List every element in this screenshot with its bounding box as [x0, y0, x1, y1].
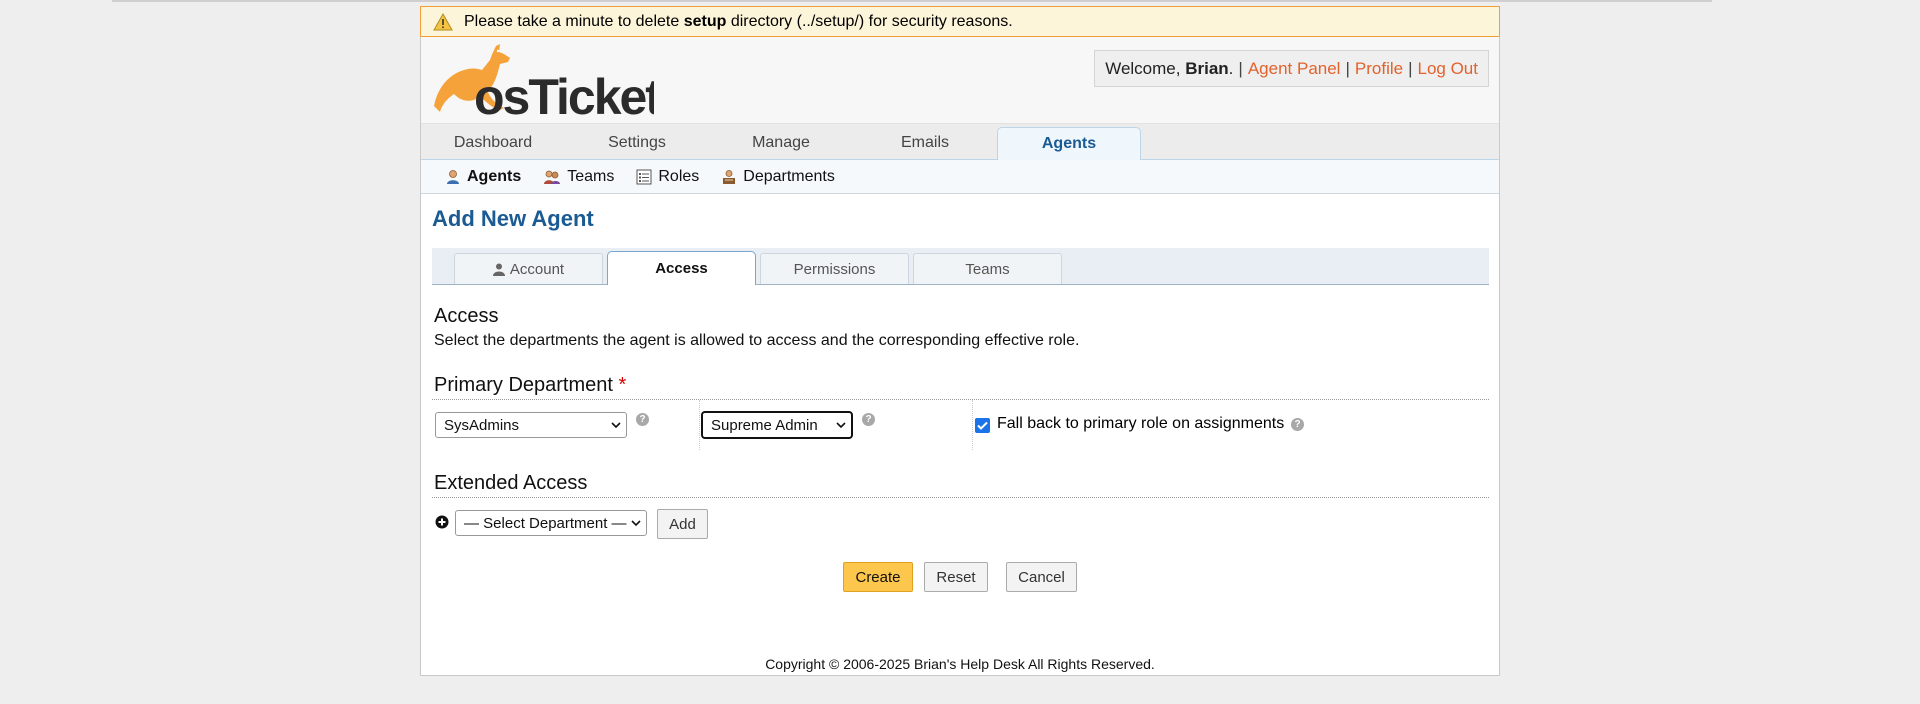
form-actions: Create Reset Cancel	[432, 548, 1489, 608]
nav-tab-agents[interactable]: Agents	[997, 127, 1141, 160]
welcome-box: Welcome, Brian. | Agent Panel | Profile …	[1094, 50, 1489, 87]
footer-copyright: Copyright © 2006-2025 Brian's Help Desk …	[765, 656, 1155, 672]
extended-department-value: — Select Department —	[464, 514, 627, 532]
nav-tab-manage[interactable]: Manage	[709, 127, 853, 159]
department-select-value: SysAdmins	[444, 416, 520, 434]
warning-icon	[433, 12, 453, 30]
required-mark: *	[618, 374, 627, 396]
chevron-down-icon	[836, 422, 846, 429]
cancel-button[interactable]: Cancel	[1006, 562, 1077, 592]
nav-tab-emails[interactable]: Emails	[853, 127, 997, 159]
subnav-item-agents[interactable]: Agents	[445, 168, 521, 186]
reset-button[interactable]: Reset	[924, 562, 988, 592]
list-icon	[636, 169, 652, 184]
tab-permissions[interactable]: Permissions	[760, 253, 909, 284]
team-icon	[544, 170, 561, 184]
role-select[interactable]: Supreme Admin	[701, 411, 853, 439]
subnav-label: Departments	[743, 167, 835, 185]
warning-text-prefix: Please take a minute to delete	[464, 12, 684, 30]
access-description: Select the departments the agent is allo…	[434, 332, 1080, 349]
primary-department-heading: Primary Department *	[432, 374, 1489, 400]
primary-department-select[interactable]: SysAdmins	[435, 412, 627, 438]
header: osTicket Welcome, Brian. | Agent Panel |…	[421, 37, 1499, 125]
primary-department-label: Primary Department	[434, 374, 613, 396]
subnav-label: Teams	[567, 167, 615, 185]
welcome-user: Brian	[1185, 58, 1229, 78]
tab-account[interactable]: Account	[454, 253, 603, 284]
main-container: Please take a minute to delete setup dir…	[420, 6, 1500, 676]
chevron-down-icon	[631, 520, 641, 527]
column-divider	[972, 400, 973, 450]
welcome-separator: |	[1345, 58, 1350, 78]
subnav-item-teams[interactable]: Teams	[543, 168, 614, 186]
welcome-prefix: Welcome,	[1105, 58, 1186, 78]
top-strip	[112, 0, 1712, 2]
subnav-label: Roles	[658, 167, 700, 185]
department-icon	[723, 169, 736, 184]
warning-text-bold: setup	[683, 12, 727, 30]
osticket-logo[interactable]: osTicket	[430, 40, 664, 125]
profile-link[interactable]: Profile	[1355, 59, 1403, 79]
help-icon[interactable]: ?	[1291, 418, 1304, 431]
nav-tab-settings[interactable]: Settings	[565, 127, 709, 159]
subnav-item-roles[interactable]: Roles	[636, 168, 699, 186]
extended-access-row: — Select Department — Add	[432, 498, 1489, 548]
tab-teams[interactable]: Teams	[913, 253, 1062, 284]
fallback-label: Fall back to primary role on assignments	[997, 415, 1285, 432]
chevron-down-icon	[611, 422, 621, 429]
column-divider	[699, 400, 700, 450]
logo-text: osTicket	[474, 69, 654, 120]
content: Add New Agent Account Access Permissions…	[421, 206, 1499, 608]
primary-department-row: SysAdmins ? Supreme Admin ? Fall back to…	[432, 400, 1489, 450]
fallback-checkbox[interactable]	[975, 418, 990, 433]
subnav-item-departments[interactable]: Departments	[721, 168, 835, 186]
nav-tab-dashboard[interactable]: Dashboard	[421, 127, 565, 159]
help-icon[interactable]: ?	[636, 413, 649, 426]
extended-access-heading: Extended Access	[432, 472, 1489, 498]
logout-link[interactable]: Log Out	[1418, 59, 1479, 79]
main-nav: Dashboard Settings Manage Emails Agents	[421, 124, 1499, 160]
kangaroo-logo-icon: osTicket	[434, 44, 664, 125]
add-department-button[interactable]: Add	[657, 509, 708, 539]
page-title: Add New Agent	[432, 206, 594, 231]
role-select-value: Supreme Admin	[711, 416, 818, 434]
subnav-label: Agents	[467, 167, 522, 185]
create-button[interactable]: Create	[843, 562, 913, 592]
user-icon	[492, 263, 505, 276]
checkmark-icon	[977, 421, 988, 430]
help-icon[interactable]: ?	[862, 413, 875, 426]
setup-warning-banner: Please take a minute to delete setup dir…	[420, 6, 1500, 37]
welcome-dot: .	[1228, 58, 1234, 78]
agent-form-tabs: Account Access Permissions Teams	[432, 248, 1489, 285]
sub-nav: Agents Teams Roles Departments	[421, 160, 1499, 194]
tab-access[interactable]: Access	[607, 251, 756, 285]
plus-circle-icon[interactable]	[435, 515, 449, 529]
page-panel: osTicket Welcome, Brian. | Agent Panel |…	[420, 37, 1500, 676]
agent-panel-link[interactable]: Agent Panel	[1248, 59, 1341, 79]
warning-text-suffix: directory (../setup/) for security reaso…	[726, 12, 1013, 30]
agent-icon	[447, 169, 459, 184]
access-title: Access	[434, 305, 499, 327]
extended-department-select[interactable]: — Select Department —	[455, 510, 647, 536]
welcome-separator: |	[1408, 58, 1413, 78]
tab-label: Account	[509, 260, 565, 278]
welcome-separator: |	[1238, 58, 1243, 78]
